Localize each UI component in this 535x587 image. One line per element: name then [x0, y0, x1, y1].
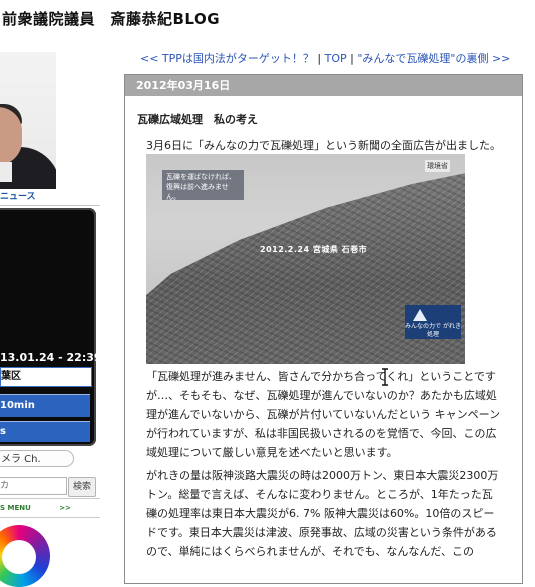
post-navigation: << TPPは国内法がターゲット！？ | TOP | "みんなで瓦礫処理"の裏側… — [140, 50, 510, 66]
entry-paragraph: 3月6日に「みんなの力で瓦礫処理」という新聞の全面広告が出ました。 — [146, 139, 501, 152]
nav-separator: | — [313, 52, 325, 65]
camera-channel-button[interactable]: メラ Ch. — [0, 450, 74, 467]
news-ticker-panel: 13.01.24 - 22:39 葉区 10min s — [0, 208, 96, 446]
menu-arrows: >> — [59, 504, 71, 512]
top-link[interactable]: TOP — [325, 52, 347, 65]
sidebar-menu-link[interactable]: S MENU >> — [0, 498, 100, 518]
menu-label: S MENU — [0, 504, 31, 512]
photo-date-stamp: 2012.2.24 宮城県 石巻市 — [260, 245, 368, 254]
news-item[interactable]: s — [0, 421, 90, 442]
entry-date: 2012年03月16日 — [125, 75, 522, 96]
profile-photo — [0, 52, 56, 189]
recycle-logo-icon — [413, 309, 427, 321]
text-cursor-icon — [382, 368, 388, 386]
rubble-advertisement-image[interactable]: 瓦礫を運ばなければ、復興は前へ進みません。 環境省 2012.2.24 宮城県 … — [146, 154, 465, 364]
site-title[interactable]: 前衆議院議員 斎藤恭紀BLOG — [2, 8, 220, 29]
photo-caption: 瓦礫を運ばなければ、復興は前へ進みません。 — [162, 170, 244, 201]
entry-paragraph: がれきの量は阪神淡路大震災の時は2000万トン、東日本大震災2300万トン。総量… — [146, 469, 499, 558]
news-header: ニュース — [0, 189, 100, 206]
search-button[interactable]: 検索 — [68, 477, 96, 497]
photo-ministry-label: 環境省 — [425, 160, 450, 172]
prev-post-link[interactable]: << TPPは国内法がターゲット！？ — [140, 52, 314, 65]
next-post-link[interactable]: "みんなで瓦礫処理"の裏側 >> — [357, 52, 510, 65]
news-item[interactable]: 10min — [0, 394, 90, 417]
campaign-logo: みんなの力で がれき処理 — [405, 305, 461, 339]
blog-entry: 2012年03月16日 瓦礫広域処理 私の考え 3月6日に「みんなの力で瓦礫処理… — [124, 74, 523, 584]
news-item[interactable]: 葉区 — [0, 367, 92, 387]
entry-paragraph: 「瓦礫処理が進みません、皆さんで分かち合ってくれ」ということですが…、そもそも、… — [146, 370, 501, 459]
search-input[interactable]: カ — [0, 477, 67, 495]
entry-title: 瓦礫広域処理 私の考え — [137, 113, 258, 126]
news-date: 13.01.24 - 22:39 — [0, 351, 96, 364]
nav-separator: | — [346, 52, 358, 65]
sidebar-search: カ 検索 — [0, 477, 98, 497]
campaign-logo-text: みんなの力で がれき処理 — [405, 323, 461, 338]
